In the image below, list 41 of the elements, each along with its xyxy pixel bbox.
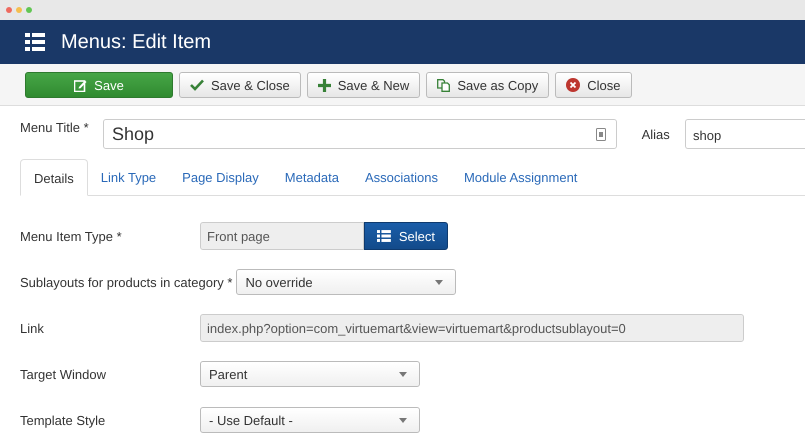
toolbar-button[interactable]: Save as Copy (426, 72, 550, 98)
dropdown[interactable]: - Use Default - (200, 407, 420, 433)
readonly-field: index.php?option=com_virtuemart&view=virtuemart&productsublayout=0 (200, 314, 744, 342)
tab[interactable]: Metadata (272, 159, 352, 195)
tab[interactable]: Module Assignment (450, 159, 590, 195)
field-label: Link (20, 320, 45, 336)
readonly-field: Front page (200, 222, 364, 250)
list-icon (377, 230, 391, 242)
caret-icon (435, 280, 444, 284)
alias-field[interactable]: shop (685, 119, 805, 149)
save-button[interactable]: Save (25, 72, 173, 98)
dropdown[interactable]: No override (236, 269, 456, 295)
tab[interactable]: Associations (352, 159, 451, 195)
list-icon (25, 33, 45, 51)
edit-icon (74, 78, 88, 92)
copy-icon (437, 78, 450, 92)
select-button[interactable]: Select (364, 222, 448, 250)
toolbar-button[interactable]: Close (555, 72, 632, 98)
caret-icon (399, 372, 407, 376)
field-label: Menu Title * (20, 120, 90, 135)
field-label: Sublayouts for products in category * (20, 274, 232, 290)
tab[interactable]: Link Type (88, 159, 170, 195)
tab[interactable]: Page Display (169, 159, 272, 195)
cancel-icon (566, 78, 580, 92)
toolbar-button[interactable]: Save & Close (179, 72, 301, 98)
field-label: Alias (642, 126, 671, 142)
lock-icon (596, 128, 606, 140)
minimize-dot[interactable] (16, 7, 22, 13)
maximize-dot[interactable] (26, 7, 32, 13)
tab[interactable]: Details (20, 159, 88, 196)
toolbar-button[interactable]: Save & New (306, 72, 420, 98)
field-label: Target Window (20, 366, 107, 382)
field-label: Template Style (20, 412, 106, 428)
plus-icon (318, 78, 331, 92)
close-dot[interactable] (6, 7, 12, 13)
check-icon (190, 79, 204, 91)
title-field[interactable]: Shop (103, 119, 617, 149)
caret-icon (399, 418, 407, 422)
dropdown[interactable]: Parent (200, 361, 420, 387)
field-label: Menu Item Type * (20, 228, 123, 244)
window-title: Menus: Edit Item (61, 30, 212, 54)
